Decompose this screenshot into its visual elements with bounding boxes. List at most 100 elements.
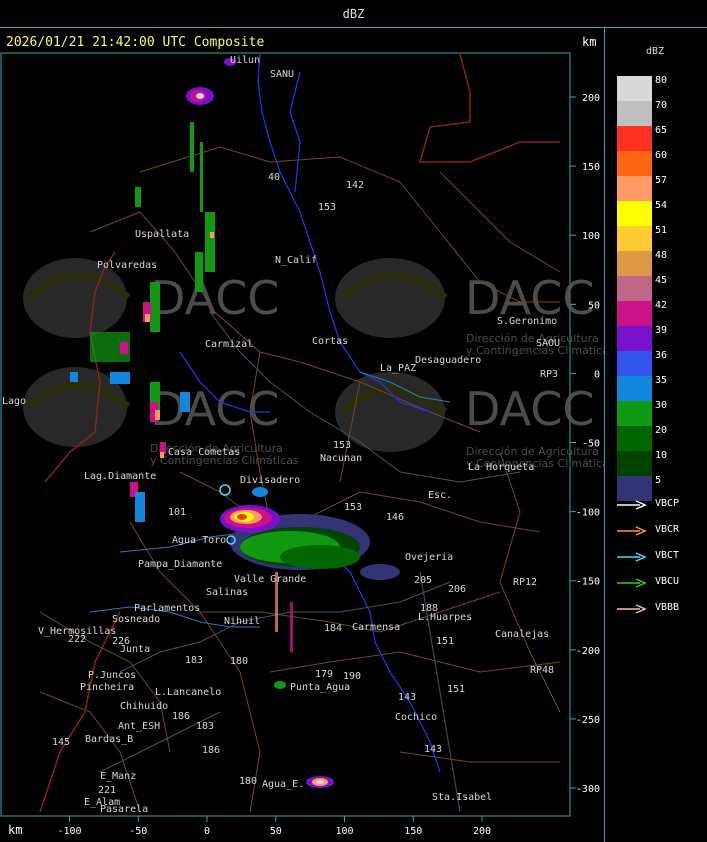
svg-text:142: 142 [346,180,364,191]
legend-swatch [617,351,652,376]
svg-text:153: 153 [318,202,336,213]
svg-text:153: 153 [333,440,351,451]
legend-swatch [617,201,652,226]
y-tick-label: 200 [582,93,600,104]
svg-text:143: 143 [398,692,416,703]
legend-title: dBZ [646,46,665,57]
svg-text:Chihuido: Chihuido [120,701,168,712]
svg-text:Ant_ESH: Ant_ESH [118,721,160,732]
svg-text:190: 190 [343,671,361,682]
svg-text:Sosneado: Sosneado [112,614,160,625]
svg-text:Parlamentos: Parlamentos [134,603,200,614]
svg-text:Canalejas: Canalejas [495,629,549,640]
legend-value: 10 [655,450,668,461]
radar-name: VBCP [655,498,680,509]
svg-text:La Horqueta: La Horqueta [468,462,534,473]
product-title: dBZ [342,7,365,21]
svg-text:143: 143 [424,744,442,755]
svg-text:Ovejeria: Ovejeria [405,552,453,563]
x-tick-label: -100 [57,826,81,837]
legend-panel: dBZ 80 70 65 60 57 54 51 48 45 42 39 36 35 30 20 10 5 VB… [606,28,707,842]
legend-swatch [617,426,652,451]
svg-text:SAOU: SAOU [536,338,560,349]
legend-swatch [617,101,652,126]
legend-value: 57 [655,175,668,186]
legend-value: 65 [655,125,668,136]
legend-value: 42 [655,300,668,311]
svg-text:151: 151 [447,684,465,695]
svg-text:222: 222 [68,634,86,645]
x-axis: -100 -50 0 50 100 150 200 [57,816,491,837]
legend-swatch [617,126,652,151]
legend-value: 36 [655,350,668,361]
radar-legend-item: VBBB [616,602,706,616]
svg-text:Esc.: Esc. [428,490,452,501]
svg-text:Uspallata: Uspallata [135,229,189,240]
svg-text:y Contingencias Climáticas: y Contingencias Climáticas [466,344,604,357]
title-bar: dBZ [0,0,707,28]
radar-name: VBBB [655,602,680,613]
legend-swatch [617,226,652,251]
y-tick-label: -150 [576,577,600,588]
svg-text:DACC: DACC [465,382,595,436]
radar-name: VBCT [655,550,680,561]
x-tick-label: -50 [129,826,147,837]
svg-text:Carmizal: Carmizal [205,339,253,350]
legend-value: 60 [655,150,668,161]
svg-text:E_Manz: E_Manz [100,771,136,782]
legend-value: 39 [655,325,668,336]
radar-line-icon [617,578,647,588]
svg-text:Salinas: Salinas [206,587,248,598]
y-tick-label: 150 [582,162,600,173]
svg-text:Agua_E.: Agua_E. [262,779,304,790]
radar-legend-item: VBCU [616,576,706,590]
y-axis: 200 150 100 50 0 -50 -100 -150 -200 -250 -300 [570,93,600,795]
radar-line-icon [617,552,647,562]
svg-text:Cochico: Cochico [395,712,437,723]
svg-text:226: 226 [112,636,130,647]
x-tick-label: 100 [335,826,353,837]
svg-text:RP12: RP12 [513,577,537,588]
svg-text:Nihuil: Nihuil [224,616,260,627]
radar-line-icon [617,526,647,536]
y-tick-label: 50 [588,300,600,311]
svg-text:P.Juncos: P.Juncos [88,670,136,681]
legend-swatch [617,151,652,176]
svg-text:153: 153 [344,502,362,513]
radar-line-icon [617,500,647,510]
svg-text:40: 40 [268,172,280,183]
svg-text:Valle Grande: Valle Grande [234,574,306,585]
legend-swatch [617,326,652,351]
svg-text:Bardas_B: Bardas_B [85,734,133,745]
radar-legend-item: VBCP [616,498,706,512]
legend-value: 70 [655,100,668,111]
svg-text:SANU: SANU [270,69,294,80]
svg-text:205: 205 [414,575,432,586]
y-tick-label: -200 [576,646,600,657]
x-tick-label: 150 [404,826,422,837]
svg-text:184: 184 [324,623,342,634]
legend-value: 30 [655,400,668,411]
svg-text:Uilun: Uilun [230,55,260,66]
y-axis-unit: km [582,35,597,49]
svg-text:Cortas: Cortas [312,336,348,347]
legend-value: 48 [655,250,668,261]
legend-swatch [617,301,652,326]
svg-text:145: 145 [52,737,70,748]
radar-map[interactable]: DACC DACC DACC DACC Dirección de Agricul… [0,52,604,842]
svg-text:101: 101 [168,507,186,518]
legend-value: 45 [655,275,668,286]
legend-value: 54 [655,200,668,211]
legend-swatch [617,376,652,401]
y-tick-label: -250 [576,715,600,726]
svg-text:DACC: DACC [150,382,280,436]
radar-name: VBCU [655,576,680,587]
svg-text:DACC: DACC [150,271,280,325]
x-tick-label: 200 [473,826,491,837]
svg-text:183: 183 [196,721,214,732]
svg-text:146: 146 [386,512,404,523]
svg-text:Sta.Isabel: Sta.Isabel [432,792,492,803]
svg-text:179: 179 [315,669,333,680]
svg-text:RP3: RP3 [540,369,558,380]
svg-text:Carmensa: Carmensa [352,622,400,633]
